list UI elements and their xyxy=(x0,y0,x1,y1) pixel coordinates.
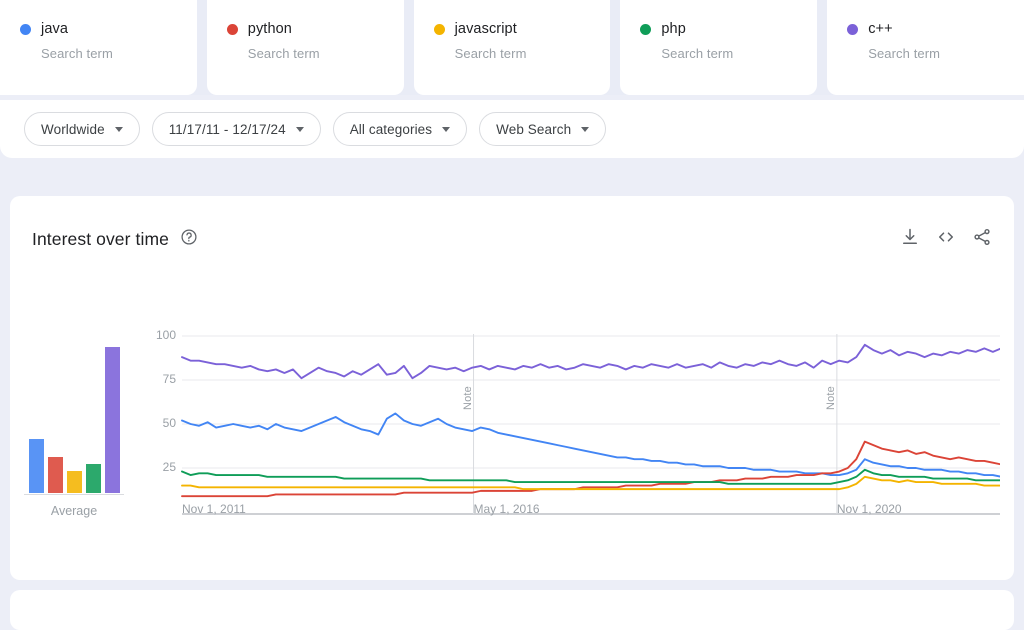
average-bar xyxy=(66,470,82,493)
share-icon[interactable] xyxy=(972,227,992,252)
download-icon[interactable] xyxy=(900,227,920,252)
search-term-card[interactable]: python Search term xyxy=(206,0,404,95)
note-annotation-label[interactable]: Note xyxy=(462,386,474,410)
filter-label: Web Search xyxy=(496,121,572,137)
average-bar xyxy=(28,438,44,493)
term-name: java xyxy=(41,21,68,37)
term-name: python xyxy=(247,21,292,37)
chevron-down-icon xyxy=(581,126,590,132)
average-axis-line xyxy=(24,494,124,495)
chevron-down-icon xyxy=(442,126,451,132)
filter-label: All categories xyxy=(349,121,433,137)
embed-code-icon[interactable] xyxy=(936,227,956,252)
filter-chip[interactable]: Worldwide xyxy=(24,112,140,146)
term-color-dot xyxy=(847,23,859,35)
term-subtitle: Search term xyxy=(661,45,734,61)
interest-over-time-header: Interest over time xyxy=(32,224,992,254)
term-subtitle: Search term xyxy=(868,45,941,61)
term-head: python xyxy=(226,21,404,37)
term-color-dot xyxy=(226,23,238,35)
help-circle-icon[interactable] xyxy=(180,228,198,251)
average-bar xyxy=(47,457,63,493)
page-title: Interest over time xyxy=(32,228,169,249)
chevron-down-icon xyxy=(114,126,123,132)
chart-actions xyxy=(900,227,992,252)
term-head: c++ xyxy=(847,22,1024,37)
term-name: php xyxy=(661,21,686,37)
filter-label: Worldwide xyxy=(41,121,105,137)
term-name: c++ xyxy=(868,21,893,37)
average-bar xyxy=(85,464,101,493)
average-bar xyxy=(104,346,120,493)
filter-chip[interactable]: Web Search xyxy=(479,112,607,146)
average-bars xyxy=(18,323,130,493)
filter-label: 11/17/11 - 12/17/24 xyxy=(168,121,286,137)
time-series-plot[interactable]: Note Note xyxy=(140,320,1000,520)
title-group: Interest over time xyxy=(32,228,198,251)
term-subtitle: Search term xyxy=(454,45,527,61)
x-axis-tick: Nov 1, 2011 xyxy=(182,502,246,516)
search-term-card[interactable]: php Search term xyxy=(620,0,818,95)
x-axis-tick: Nov 1, 2020 xyxy=(836,502,902,516)
average-bar-chart: Average xyxy=(18,325,130,520)
series-line xyxy=(181,343,1000,380)
filter-bar: Worldwide 11/17/11 - 12/17/24 All categori… xyxy=(0,100,1024,158)
filter-chip[interactable]: 11/17/11 - 12/17/24 xyxy=(151,112,321,146)
series-line xyxy=(181,468,1000,485)
search-term-card[interactable]: javascript Search term xyxy=(413,0,611,95)
search-term-card[interactable]: c++ Search term xyxy=(827,0,1024,95)
note-annotation-label[interactable]: Note xyxy=(825,386,837,410)
plot-canvas xyxy=(181,334,1000,515)
filter-chip[interactable]: All categories xyxy=(332,112,468,146)
search-terms-strip: java Search term python Search term javascri… xyxy=(0,0,1024,95)
term-subtitle: Search term xyxy=(247,45,320,61)
term-color-dot xyxy=(640,23,652,35)
search-term-card[interactable]: java Search term xyxy=(0,0,197,95)
term-subtitle: Search term xyxy=(41,45,113,61)
chevron-down-icon xyxy=(295,126,304,132)
term-name: javascript xyxy=(454,21,517,37)
term-color-dot xyxy=(433,23,445,35)
term-color-dot xyxy=(20,23,31,35)
term-head: java xyxy=(20,22,197,37)
x-axis-tick: May 1, 2016 xyxy=(473,502,540,516)
term-head: php xyxy=(640,22,817,37)
next-section-card xyxy=(10,590,1014,630)
x-axis-ticks: Nov 1, 2011 May 1, 2016 Nov 1, 2020 xyxy=(140,500,1020,522)
average-label: Average xyxy=(50,504,98,518)
term-head: javascript xyxy=(433,21,611,37)
